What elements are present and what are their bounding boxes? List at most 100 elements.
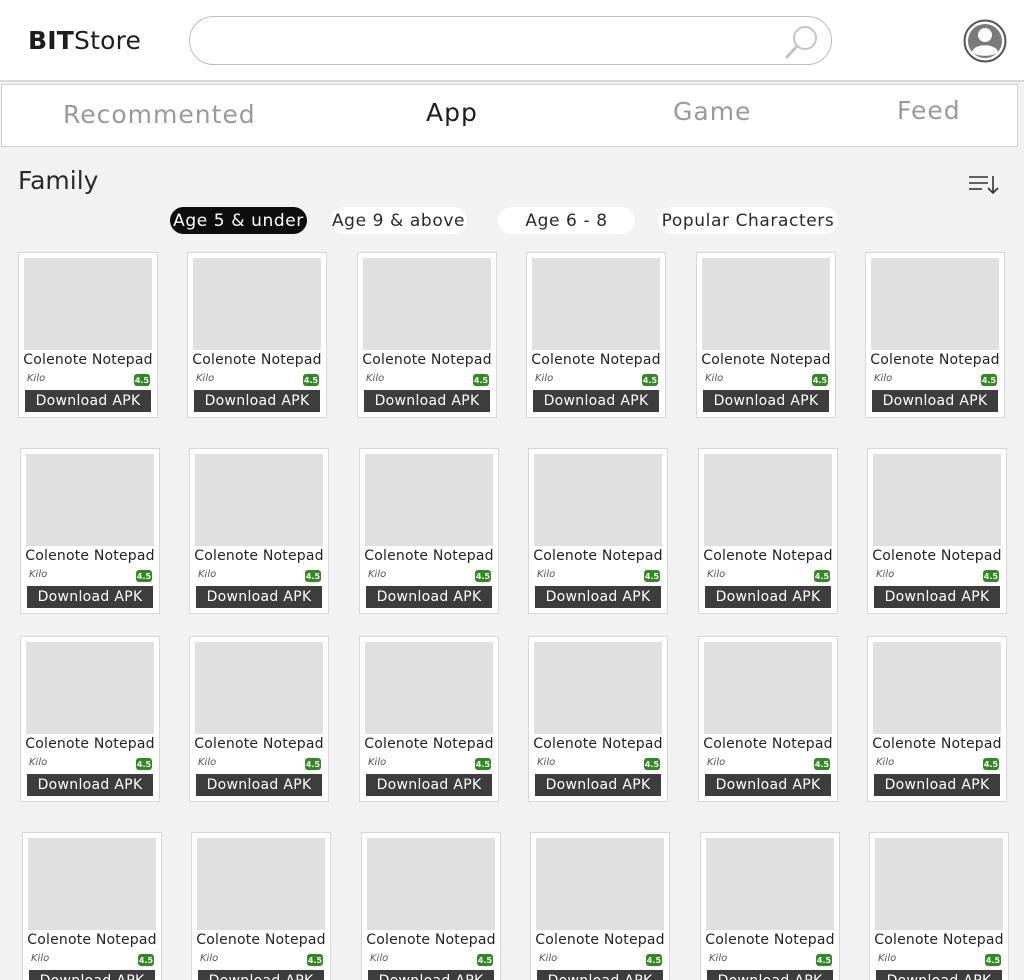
app-thumbnail[interactable]: [536, 838, 664, 930]
app-card[interactable]: Colenote Notepad Kilo 4.5 Download APK: [528, 636, 668, 802]
app-name[interactable]: Colenote Notepad: [866, 352, 1004, 368]
app-thumbnail[interactable]: [704, 454, 832, 546]
app-thumbnail[interactable]: [28, 838, 156, 930]
download-apk-button[interactable]: Download APK: [533, 390, 659, 412]
app-card[interactable]: Colenote Notepad Kilo 4.5 Download APK: [869, 832, 1009, 980]
app-name[interactable]: Colenote Notepad: [188, 352, 326, 368]
download-apk-button[interactable]: Download APK: [366, 586, 492, 608]
download-apk-button[interactable]: Download APK: [705, 586, 831, 608]
app-name[interactable]: Colenote Notepad: [699, 548, 837, 564]
app-name[interactable]: Colenote Notepad: [868, 548, 1006, 564]
app-card[interactable]: Colenote Notepad Kilo 4.5 Download APK: [867, 636, 1007, 802]
app-card[interactable]: Colenote Notepad Kilo 4.5 Download APK: [700, 832, 840, 980]
app-name[interactable]: Colenote Notepad: [21, 736, 159, 752]
download-apk-button[interactable]: Download APK: [196, 774, 322, 796]
download-apk-button[interactable]: Download APK: [198, 970, 324, 980]
app-card[interactable]: Colenote Notepad Kilo 4.5 Download APK: [191, 832, 331, 980]
search-icon[interactable]: [783, 23, 821, 61]
app-card[interactable]: Colenote Notepad Kilo 4.5 Download APK: [530, 832, 670, 980]
app-name[interactable]: Colenote Notepad: [699, 736, 837, 752]
download-apk-button[interactable]: Download APK: [874, 586, 1000, 608]
app-name[interactable]: Colenote Notepad: [23, 932, 161, 948]
app-thumbnail[interactable]: [532, 258, 660, 350]
download-apk-button[interactable]: Download APK: [703, 390, 829, 412]
app-card[interactable]: Colenote Notepad Kilo 4.5 Download APK: [698, 448, 838, 614]
filter-age-6-8[interactable]: Age 6 - 8: [498, 207, 635, 234]
download-apk-button[interactable]: Download APK: [194, 390, 320, 412]
download-apk-button[interactable]: Download APK: [535, 774, 661, 796]
app-thumbnail[interactable]: [197, 838, 325, 930]
download-apk-button[interactable]: Download APK: [27, 586, 153, 608]
tab-recommended[interactable]: Recommented: [63, 100, 256, 129]
filter-popular-characters[interactable]: Popular Characters: [658, 207, 838, 234]
app-card[interactable]: Colenote Notepad Kilo 4.5 Download APK: [187, 252, 327, 418]
download-apk-button[interactable]: Download APK: [707, 970, 833, 980]
app-card[interactable]: Colenote Notepad Kilo 4.5 Download APK: [357, 252, 497, 418]
app-card[interactable]: Colenote Notepad Kilo 4.5 Download APK: [528, 448, 668, 614]
download-apk-button[interactable]: Download APK: [29, 970, 155, 980]
app-name[interactable]: Colenote Notepad: [697, 352, 835, 368]
download-apk-button[interactable]: Download APK: [874, 774, 1000, 796]
tab-app[interactable]: App: [426, 98, 478, 127]
app-card[interactable]: Colenote Notepad Kilo 4.5 Download APK: [189, 448, 329, 614]
app-name[interactable]: Colenote Notepad: [190, 736, 328, 752]
app-thumbnail[interactable]: [534, 454, 662, 546]
app-name[interactable]: Colenote Notepad: [19, 352, 157, 368]
app-name[interactable]: Colenote Notepad: [527, 352, 665, 368]
download-apk-button[interactable]: Download APK: [872, 390, 998, 412]
app-name[interactable]: Colenote Notepad: [531, 932, 669, 948]
download-apk-button[interactable]: Download APK: [366, 774, 492, 796]
app-name[interactable]: Colenote Notepad: [701, 932, 839, 948]
app-thumbnail[interactable]: [363, 258, 491, 350]
app-name[interactable]: Colenote Notepad: [362, 932, 500, 948]
app-thumbnail[interactable]: [195, 454, 323, 546]
tab-game[interactable]: Game: [673, 97, 751, 126]
download-apk-button[interactable]: Download APK: [368, 970, 494, 980]
app-card[interactable]: Colenote Notepad Kilo 4.5 Download APK: [361, 832, 501, 980]
download-apk-button[interactable]: Download APK: [705, 774, 831, 796]
tab-feed[interactable]: Feed: [897, 96, 961, 125]
download-apk-button[interactable]: Download APK: [196, 586, 322, 608]
app-card[interactable]: Colenote Notepad Kilo 4.5 Download APK: [867, 448, 1007, 614]
app-thumbnail[interactable]: [24, 258, 152, 350]
app-card[interactable]: Colenote Notepad Kilo 4.5 Download APK: [865, 252, 1005, 418]
download-apk-button[interactable]: Download APK: [27, 774, 153, 796]
user-avatar-icon[interactable]: [963, 19, 1007, 63]
app-thumbnail[interactable]: [26, 642, 154, 734]
app-card[interactable]: Colenote Notepad Kilo 4.5 Download APK: [22, 832, 162, 980]
app-card[interactable]: Colenote Notepad Kilo 4.5 Download APK: [698, 636, 838, 802]
app-name[interactable]: Colenote Notepad: [870, 932, 1008, 948]
app-name[interactable]: Colenote Notepad: [529, 548, 667, 564]
bitstore-logo[interactable]: BITStore: [28, 26, 141, 55]
app-thumbnail[interactable]: [873, 642, 1001, 734]
app-name[interactable]: Colenote Notepad: [192, 932, 330, 948]
app-name[interactable]: Colenote Notepad: [358, 352, 496, 368]
app-card[interactable]: Colenote Notepad Kilo 4.5 Download APK: [359, 448, 499, 614]
app-thumbnail[interactable]: [534, 642, 662, 734]
app-name[interactable]: Colenote Notepad: [360, 548, 498, 564]
download-apk-button[interactable]: Download APK: [537, 970, 663, 980]
download-apk-button[interactable]: Download APK: [535, 586, 661, 608]
app-thumbnail[interactable]: [26, 454, 154, 546]
app-thumbnail[interactable]: [365, 642, 493, 734]
app-name[interactable]: Colenote Notepad: [190, 548, 328, 564]
app-thumbnail[interactable]: [873, 454, 1001, 546]
app-card[interactable]: Colenote Notepad Kilo 4.5 Download APK: [20, 448, 160, 614]
search-input[interactable]: [210, 25, 770, 57]
app-card[interactable]: Colenote Notepad Kilo 4.5 Download APK: [359, 636, 499, 802]
download-apk-button[interactable]: Download APK: [876, 970, 1002, 980]
app-card[interactable]: Colenote Notepad Kilo 4.5 Download APK: [18, 252, 158, 418]
app-card[interactable]: Colenote Notepad Kilo 4.5 Download APK: [189, 636, 329, 802]
app-thumbnail[interactable]: [365, 454, 493, 546]
app-name[interactable]: Colenote Notepad: [360, 736, 498, 752]
download-apk-button[interactable]: Download APK: [364, 390, 490, 412]
search-bar[interactable]: [189, 16, 832, 65]
app-thumbnail[interactable]: [195, 642, 323, 734]
app-name[interactable]: Colenote Notepad: [21, 548, 159, 564]
filter-age-5-under[interactable]: Age 5 & under: [170, 207, 307, 234]
app-thumbnail[interactable]: [875, 838, 1003, 930]
app-name[interactable]: Colenote Notepad: [868, 736, 1006, 752]
filter-age-9-above[interactable]: Age 9 & above: [330, 207, 467, 234]
app-thumbnail[interactable]: [702, 258, 830, 350]
app-card[interactable]: Colenote Notepad Kilo 4.5 Download APK: [20, 636, 160, 802]
